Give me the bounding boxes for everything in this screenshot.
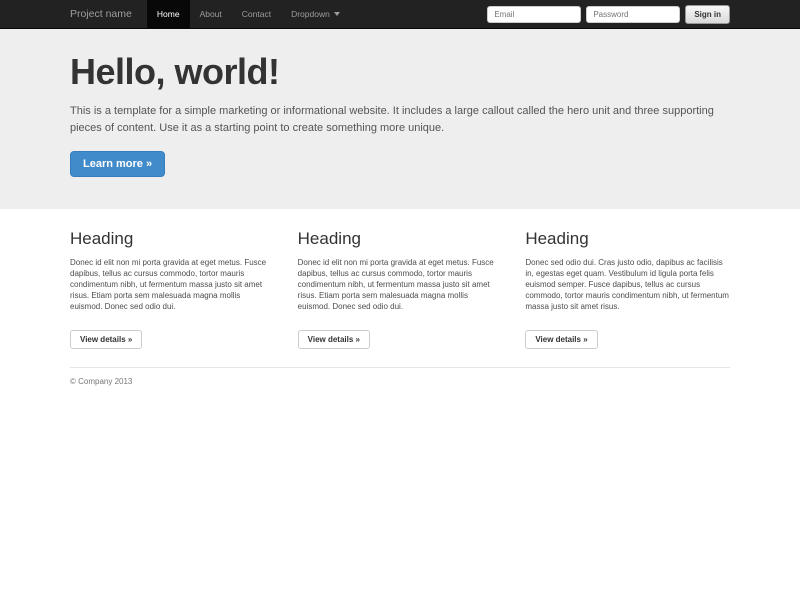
- column-1-text: Donec id elit non mi porta gravida at eg…: [70, 258, 275, 323]
- columns-row: Heading Donec id elit non mi porta gravi…: [70, 225, 730, 349]
- column-2-text: Donec id elit non mi porta gravida at eg…: [298, 258, 503, 323]
- content-column-2: Heading Donec id elit non mi porta gravi…: [298, 225, 503, 349]
- nav-item-contact-label: Contact: [242, 0, 271, 28]
- nav-item-about[interactable]: About: [190, 0, 232, 28]
- hero-inner: Hello, world! This is a template for a s…: [70, 29, 730, 209]
- view-details-button-1[interactable]: View details »: [70, 330, 142, 349]
- column-3-heading: Heading: [525, 229, 730, 249]
- nav-item-about-label: About: [200, 0, 222, 28]
- footer-divider: [70, 367, 730, 368]
- copyright-text: © Company 2013: [70, 377, 730, 386]
- page-footer: © Company 2013: [70, 377, 730, 386]
- hero-unit: Hello, world! This is a template for a s…: [0, 29, 800, 209]
- learn-more-button[interactable]: Learn more »: [70, 151, 165, 177]
- nav-item-home-label: Home: [157, 0, 180, 28]
- caret-down-icon: [334, 12, 340, 16]
- nav-item-home[interactable]: Home: [147, 0, 190, 28]
- sign-in-button[interactable]: Sign in: [685, 5, 730, 24]
- password-field[interactable]: [586, 6, 680, 23]
- column-1-heading: Heading: [70, 229, 275, 249]
- main-nav: Home About Contact Dropdown: [147, 0, 350, 28]
- signin-form: Sign in: [487, 0, 730, 28]
- nav-item-dropdown-label: Dropdown: [291, 0, 330, 28]
- view-details-button-3[interactable]: View details »: [525, 330, 597, 349]
- content-column-1: Heading Donec id elit non mi porta gravi…: [70, 225, 275, 349]
- navbar: Project name Home About Contact Dropdown…: [0, 0, 800, 29]
- hero-description: This is a template for a simple marketin…: [70, 103, 730, 137]
- email-field[interactable]: [487, 6, 581, 23]
- view-details-button-2[interactable]: View details »: [298, 330, 370, 349]
- hero-title: Hello, world!: [70, 51, 730, 92]
- column-2-heading: Heading: [298, 229, 503, 249]
- nav-item-contact[interactable]: Contact: [232, 0, 281, 28]
- column-3-text: Donec sed odio dui. Cras justo odio, dap…: [525, 258, 730, 323]
- content-column-3: Heading Donec sed odio dui. Cras justo o…: [525, 225, 730, 349]
- brand-link[interactable]: Project name: [70, 0, 132, 28]
- navbar-inner: Project name Home About Contact Dropdown…: [70, 0, 730, 28]
- content-container: Heading Donec id elit non mi porta gravi…: [70, 209, 730, 386]
- nav-item-dropdown[interactable]: Dropdown: [281, 0, 350, 28]
